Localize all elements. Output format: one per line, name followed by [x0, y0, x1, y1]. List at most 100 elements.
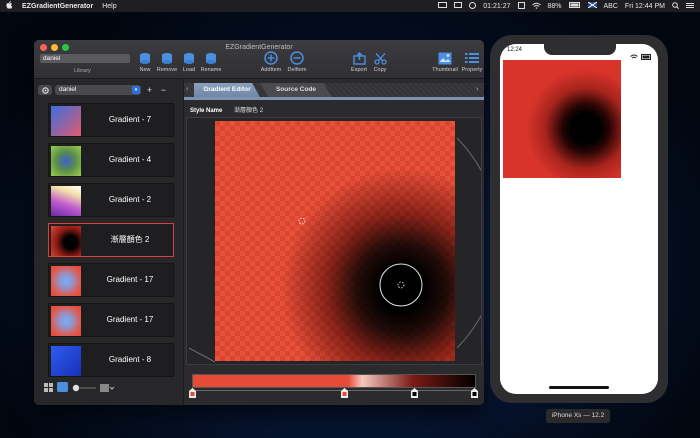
gradient-name: 漸層顏色 2	[110, 235, 150, 244]
database-rename-icon	[204, 51, 218, 65]
add-item-button[interactable]: AddItem	[258, 51, 284, 73]
library-select-value: daniel	[59, 86, 77, 93]
gradient-name: Gradient - 17	[106, 275, 154, 284]
menu-clock[interactable]: 01:21:27	[483, 3, 510, 10]
minus-circle-icon	[290, 51, 304, 65]
list-item[interactable]: Gradient - 17	[48, 263, 174, 297]
tab-bar: ‹ Gradient Editor Source Code ›	[184, 83, 484, 97]
thumbnail-button[interactable]: Thumbnail	[432, 51, 458, 73]
screen-mirroring-icon[interactable]	[438, 1, 448, 11]
view-controls	[44, 379, 115, 397]
simulator-time: 12:24	[507, 47, 523, 53]
gradient-thumbnail	[51, 346, 81, 376]
window-title: EZGradientGenerator	[225, 44, 293, 51]
tab-underline	[184, 97, 484, 100]
tab-gradient-editor[interactable]: Gradient Editor	[194, 83, 260, 97]
menu-battery: 88%	[547, 2, 562, 10]
menu-help[interactable]: Help	[102, 3, 116, 10]
property-label: Property	[461, 67, 483, 73]
input-flag-icon	[587, 1, 597, 10]
gradient-editor-panel: ‹ Gradient Editor Source Code › Style Na…	[184, 79, 484, 405]
gradient-name: Gradient - 17	[106, 315, 154, 324]
chevron-right-icon[interactable]: ›	[476, 86, 478, 93]
chevron-left-icon[interactable]: ‹	[186, 86, 188, 93]
gradient-ticks	[192, 386, 474, 391]
library-select[interactable]: daniel ▾	[55, 85, 141, 95]
database-load-icon	[182, 51, 196, 65]
thumbnail-size-slider[interactable]	[72, 379, 96, 397]
wifi-icon[interactable]	[531, 2, 541, 11]
simulator-device-label: iPhone Xs — 12.2	[546, 409, 610, 423]
style-name-value[interactable]: 漸層顏色 2	[234, 108, 263, 114]
rename-label: Rename	[200, 67, 222, 73]
library-field[interactable]: daniel	[40, 54, 130, 63]
copy-button[interactable]: Copy	[367, 51, 393, 73]
add-item-label: AddItem	[260, 67, 282, 73]
gradient-list-panel: daniel ▾ + − Gradient - 7 Gradient - 4 Gr…	[34, 79, 184, 405]
gradient-thumbnail	[51, 186, 81, 216]
list-item[interactable]: Gradient - 17	[48, 303, 174, 337]
gradient-thumbnail	[51, 266, 81, 296]
end-point-handle[interactable]	[379, 263, 423, 307]
menu-input-source[interactable]: ABC	[604, 3, 618, 10]
gradient-thumbnail	[51, 106, 81, 136]
gradient-canvas[interactable]	[215, 121, 455, 361]
control-center-icon[interactable]	[686, 2, 694, 11]
menu-app-name[interactable]: EZGradientGenerator	[22, 3, 93, 10]
list-item[interactable]: Gradient - 8	[48, 343, 174, 377]
database-add-icon	[138, 51, 152, 65]
display-icon[interactable]	[454, 1, 463, 11]
simulator-screen[interactable]: 12:24	[500, 44, 658, 394]
gradient-preview	[503, 60, 621, 178]
chevron-down-icon: ▾	[132, 86, 140, 94]
home-indicator[interactable]	[549, 386, 609, 389]
color-stop-1[interactable]	[189, 388, 196, 398]
battery-icon[interactable]	[568, 2, 581, 10]
style-name-row: Style Name 漸層顏色 2	[190, 105, 263, 114]
wifi-icon	[630, 47, 638, 65]
grid-view-icon[interactable]	[44, 379, 53, 397]
plus-circle-icon	[264, 51, 278, 65]
list-item[interactable]: 漸層顏色 2	[48, 223, 174, 257]
property-button[interactable]: Property	[459, 51, 484, 73]
battery-icon	[641, 47, 652, 65]
tab-source-code[interactable]: Source Code	[260, 83, 332, 97]
style-name-label: Style Name	[190, 108, 223, 114]
toolbar: EZGradientGenerator daniel Library New R…	[34, 40, 484, 79]
search-icon[interactable]	[672, 1, 680, 11]
library-label: Library	[74, 68, 91, 74]
load-label: Load	[182, 67, 196, 73]
list-item[interactable]: Gradient - 4	[48, 143, 174, 177]
gradient-thumbnail	[51, 146, 81, 176]
notification-icon[interactable]	[517, 1, 525, 11]
list-item[interactable]: Gradient - 2	[48, 183, 174, 217]
del-item-label: DelItem	[287, 67, 307, 73]
simulator-status	[630, 47, 652, 65]
gradient-name: Gradient - 8	[108, 355, 152, 364]
color-stop-4[interactable]	[471, 388, 478, 398]
add-gradient-button[interactable]: +	[144, 85, 155, 95]
remove-label: Remove	[156, 67, 178, 73]
clock-icon	[469, 1, 477, 11]
thumbnail-label: Thumbnail	[432, 67, 458, 73]
gradient-thumbnail	[51, 226, 81, 256]
export-label: Export	[351, 67, 367, 73]
gradient-thumbnail	[51, 306, 81, 336]
color-stop-2[interactable]	[341, 388, 348, 398]
del-item-button[interactable]: DelItem	[284, 51, 310, 73]
notch	[544, 44, 616, 55]
list-item[interactable]: Gradient - 7	[48, 103, 174, 137]
copy-label: Copy	[373, 67, 387, 73]
start-point-handle[interactable]	[298, 217, 306, 225]
apple-icon[interactable]	[6, 1, 13, 11]
iphone-simulator: 12:24	[490, 35, 668, 403]
database-remove-icon	[160, 51, 174, 65]
rename-button[interactable]: Rename	[198, 51, 224, 73]
color-stop-3[interactable]	[411, 388, 418, 398]
gear-icon[interactable]	[38, 85, 52, 95]
remove-gradient-button[interactable]: −	[158, 85, 169, 95]
list-view-icon[interactable]	[57, 379, 68, 397]
scissors-icon	[373, 51, 387, 65]
menu-datetime[interactable]: Fri 12:44 PM	[625, 3, 665, 10]
color-swatch-icon[interactable]	[100, 379, 115, 397]
